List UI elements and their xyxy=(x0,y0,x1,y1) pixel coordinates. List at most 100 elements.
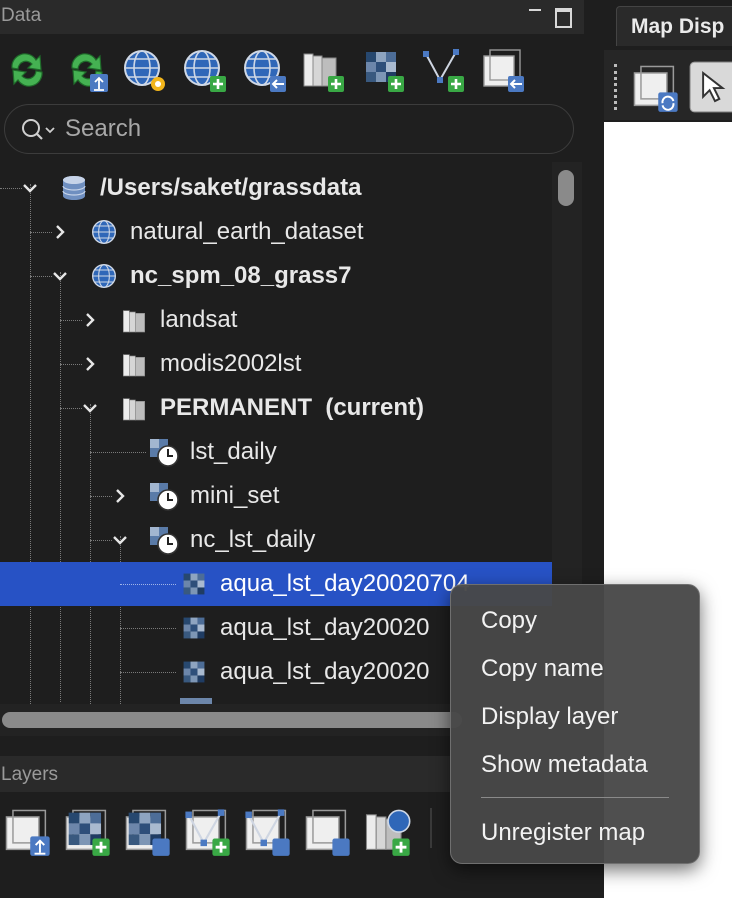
data-panel-header: Data xyxy=(0,0,584,34)
tree-row-nc-lst-daily[interactable]: nc_lst_daily xyxy=(0,518,552,562)
render-map-button[interactable] xyxy=(628,60,682,114)
chevron-down-icon[interactable] xyxy=(80,397,100,417)
tree-guide xyxy=(60,364,82,365)
tree-guide xyxy=(90,452,146,453)
tree-label: aqua_lst_day20020 xyxy=(220,614,430,641)
tree-label: mini_set xyxy=(190,482,280,509)
menu-item-show-metadata[interactable]: Show metadata xyxy=(451,743,701,787)
tree-row-mini-set[interactable]: mini_set xyxy=(0,474,552,518)
tree-guide xyxy=(60,320,82,321)
menu-item-copy-name[interactable]: Copy name xyxy=(451,647,701,691)
add-raster-misc-button[interactable] xyxy=(120,804,174,858)
layers-panel-title: Layers xyxy=(1,764,59,785)
globe-star-icon xyxy=(124,50,165,91)
toolbar-grip[interactable] xyxy=(614,64,617,110)
reload-mapset-button[interactable] xyxy=(62,44,112,94)
raster-icon xyxy=(178,568,210,600)
menu-item-label: Display layer xyxy=(481,703,619,730)
raster-icon xyxy=(178,656,210,688)
add-vector-misc-button[interactable] xyxy=(240,804,294,858)
maximize-icon[interactable] xyxy=(552,4,572,28)
pointer-icon xyxy=(689,61,732,113)
vector-layers-icon xyxy=(244,808,290,856)
tree-horizontal-scroll-thumb[interactable] xyxy=(2,712,462,728)
vector-add-icon xyxy=(422,48,466,94)
frame-refresh-icon xyxy=(633,65,678,112)
overlay-icon xyxy=(305,809,350,856)
vector-add-icon xyxy=(184,808,232,858)
menu-separator xyxy=(481,797,669,798)
globe-icon xyxy=(88,260,120,292)
mapset-icon xyxy=(118,304,150,336)
import-location-button[interactable] xyxy=(240,44,290,94)
reload-tree-button[interactable] xyxy=(2,44,52,94)
timeseries-icon xyxy=(148,524,180,556)
raster-layers-icon xyxy=(125,809,170,856)
tree-row-landsat[interactable]: landsat xyxy=(0,298,552,342)
timeseries-icon xyxy=(148,480,180,512)
menu-item-label: Show metadata xyxy=(481,751,648,778)
search-box xyxy=(4,104,574,154)
raster-icon xyxy=(178,612,210,644)
toolbar-divider xyxy=(430,808,432,848)
chevron-right-icon[interactable] xyxy=(80,353,100,373)
refresh-upload-icon xyxy=(71,53,109,93)
tab-map-display[interactable]: Map Disp xyxy=(616,6,732,46)
add-vector-layer-button[interactable] xyxy=(180,804,234,858)
map-toolbar xyxy=(604,50,732,120)
menu-item-label: Copy xyxy=(481,607,538,634)
refresh-icon xyxy=(11,53,43,87)
chevron-down-icon[interactable] xyxy=(110,529,130,549)
globe-import-icon xyxy=(244,50,287,93)
frame-upload-icon xyxy=(5,809,51,857)
add-raster-layer-button[interactable] xyxy=(60,804,114,858)
tree-label: nc_lst_daily xyxy=(190,526,316,553)
globe-add-icon xyxy=(184,50,228,94)
tree-label: /Users/saket/grassdata xyxy=(100,174,362,201)
tree-label: lst_daily xyxy=(190,438,277,465)
add-overlay-button[interactable] xyxy=(300,804,354,858)
load-workspace-button[interactable] xyxy=(0,804,54,858)
tree-guide xyxy=(90,540,112,541)
tab-map-display-label: Map Disp xyxy=(631,15,725,38)
frame-import-icon xyxy=(483,49,525,93)
tree-label: natural_earth_dataset xyxy=(130,218,364,245)
raster-add-icon xyxy=(65,809,112,858)
tree-label: nc_spm_08_grass7 xyxy=(130,262,352,289)
import-vector-button[interactable] xyxy=(418,44,468,94)
tree-row-grassdata[interactable]: /Users/saket/grassdata xyxy=(0,166,552,210)
tree-label: PERMANENT (current) xyxy=(160,394,425,421)
web-service-add-icon xyxy=(365,809,412,858)
data-panel-title: Data xyxy=(1,5,42,26)
tree-guide xyxy=(60,408,82,409)
pointer-tool-button[interactable] xyxy=(688,60,732,114)
tree-row-modis[interactable]: modis2002lst xyxy=(0,342,552,386)
menu-item-copy[interactable]: Copy xyxy=(451,599,701,643)
database-icon xyxy=(58,172,90,204)
import-raster-button[interactable] xyxy=(358,44,408,94)
chevron-right-icon[interactable] xyxy=(110,485,130,505)
link-external-button[interactable] xyxy=(478,44,528,94)
search-input[interactable] xyxy=(65,113,545,145)
tree-row-lst-daily[interactable]: lst_daily xyxy=(0,430,552,474)
context-menu: Copy Copy name Display layer Show metada… xyxy=(450,584,700,864)
add-location-button[interactable] xyxy=(180,44,230,94)
chevron-right-icon[interactable] xyxy=(80,309,100,329)
tree-row-permanent[interactable]: PERMANENT (current) xyxy=(0,386,552,430)
grass-database-button[interactable] xyxy=(120,44,170,94)
data-toolbar xyxy=(0,36,584,100)
tree-label: aqua_lst_day20020 xyxy=(220,658,430,685)
tree-vertical-scroll-thumb[interactable] xyxy=(558,170,574,206)
chevron-down-icon[interactable] xyxy=(20,177,40,197)
minimize-icon[interactable] xyxy=(526,4,546,24)
tree-row-natural-earth[interactable]: natural_earth_dataset xyxy=(0,210,552,254)
add-web-service-button[interactable] xyxy=(360,804,414,858)
chevron-down-icon[interactable] xyxy=(50,265,70,285)
add-mapset-button[interactable] xyxy=(298,44,348,94)
menu-item-unregister-map[interactable]: Unregister map xyxy=(451,811,701,855)
menu-item-display-layer[interactable]: Display layer xyxy=(451,695,701,739)
globe-icon xyxy=(88,216,120,248)
tree-row-nc-spm[interactable]: nc_spm_08_grass7 xyxy=(0,254,552,298)
search-icon[interactable] xyxy=(21,117,57,143)
chevron-right-icon[interactable] xyxy=(50,221,70,241)
